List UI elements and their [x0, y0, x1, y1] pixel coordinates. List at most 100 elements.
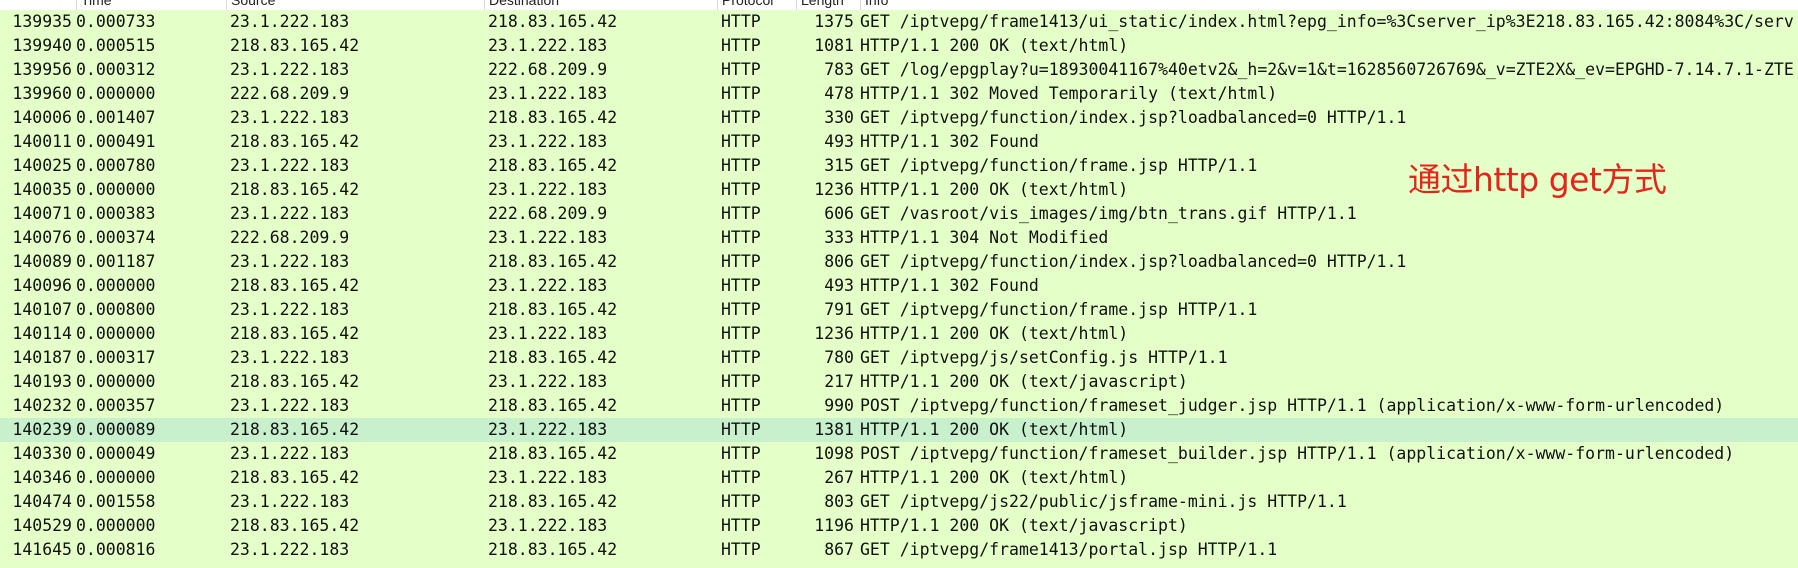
packet-info: HTTP/1.1 200 OK (text/javascript): [860, 516, 1188, 535]
packet-protocol: HTTP: [721, 324, 761, 343]
packet-time: 0.000733: [76, 12, 156, 31]
packet-protocol: HTTP: [721, 108, 761, 127]
packet-time: 0.000317: [76, 348, 156, 367]
packet-length: 267: [824, 468, 854, 487]
packet-number: 140076: [12, 228, 72, 247]
table-row[interactable]: 140346 0.000000 218.83.165.42 23.1.222.183 H…: [0, 466, 1798, 490]
packet-length: 803: [824, 492, 854, 511]
packet-source: 23.1.222.183: [230, 60, 350, 79]
column-header-info[interactable]: Info: [860, 0, 1795, 10]
packet-length: 867: [824, 540, 854, 559]
packet-list: Time Source Destination Protocol Length …: [0, 0, 1798, 568]
packet-protocol: HTTP: [721, 180, 761, 199]
annotation-text: 通过http get方式: [1408, 160, 1667, 199]
table-row[interactable]: 140232 0.000357 23.1.222.183 218.83.165.42 H…: [0, 394, 1798, 418]
packet-number: 140011: [12, 132, 72, 151]
packet-protocol: HTTP: [721, 228, 761, 247]
packet-protocol: HTTP: [721, 540, 761, 559]
packet-destination: 23.1.222.183: [488, 36, 608, 55]
packet-destination: 23.1.222.183: [488, 516, 608, 535]
packet-destination: 218.83.165.42: [488, 156, 618, 175]
table-row[interactable]: 140187 0.000317 23.1.222.183 218.83.165.42 H…: [0, 346, 1798, 370]
packet-number: 140330: [12, 444, 72, 463]
packet-destination: 23.1.222.183: [488, 372, 608, 391]
packet-length: 478: [824, 84, 854, 103]
table-row[interactable]: 141645 0.000816 23.1.222.183 218.83.165.42 H…: [0, 538, 1798, 562]
table-row[interactable]: 140239 0.000089 218.83.165.42 23.1.222.183 H…: [0, 418, 1798, 442]
table-row[interactable]: 140071 0.000383 23.1.222.183 222.68.209.9 HT…: [0, 202, 1798, 226]
table-row[interactable]: 140011 0.000491 218.83.165.42 23.1.222.183 H…: [0, 130, 1798, 154]
column-header-destination[interactable]: Destination: [484, 0, 722, 10]
packet-source: 23.1.222.183: [230, 108, 350, 127]
packet-destination: 222.68.209.9: [488, 60, 608, 79]
packet-info: GET /iptvepg/js22/public/jsframe-mini.js…: [860, 492, 1347, 511]
packet-time: 0.001187: [76, 252, 156, 271]
packet-length: 493: [824, 276, 854, 295]
packet-source: 23.1.222.183: [230, 156, 350, 175]
packet-source: 218.83.165.42: [230, 516, 360, 535]
table-row[interactable]: 140076 0.000374 222.68.209.9 23.1.222.183 HT…: [0, 226, 1798, 250]
column-header-source[interactable]: Source: [226, 0, 489, 10]
packet-source: 23.1.222.183: [230, 540, 350, 559]
table-row[interactable]: 140330 0.000049 23.1.222.183 218.83.165.42 H…: [0, 442, 1798, 466]
packet-number: 140071: [12, 204, 72, 223]
packet-info: GET /iptvepg/function/index.jsp?loadbala…: [860, 108, 1407, 127]
packet-source: 222.68.209.9: [230, 84, 350, 103]
table-row[interactable]: 140114 0.000000 218.83.165.42 23.1.222.183 H…: [0, 322, 1798, 346]
packet-protocol: HTTP: [721, 84, 761, 103]
packet-time: 0.000000: [76, 468, 156, 487]
packet-time: 0.001407: [76, 108, 156, 127]
packet-number: 140239: [12, 420, 72, 439]
table-row[interactable]: 139960 0.000000 222.68.209.9 23.1.222.183 HT…: [0, 82, 1798, 106]
packet-info: HTTP/1.1 302 Moved Temporarily (text/htm…: [860, 84, 1278, 103]
table-row[interactable]: 139935 0.000733 23.1.222.183 218.83.165.42 H…: [0, 10, 1798, 34]
packet-number: 140474: [12, 492, 72, 511]
packet-length: 1375: [814, 12, 854, 31]
table-row[interactable]: 140089 0.001187 23.1.222.183 218.83.165.42 H…: [0, 250, 1798, 274]
packet-protocol: HTTP: [721, 300, 761, 319]
packet-number: 139935: [12, 12, 72, 31]
packet-length: 330: [824, 108, 854, 127]
packet-length: 333: [824, 228, 854, 247]
packet-number: 140187: [12, 348, 72, 367]
packet-length: 493: [824, 132, 854, 151]
table-row[interactable]: 140193 0.000000 218.83.165.42 23.1.222.183 H…: [0, 370, 1798, 394]
packet-length: 1196: [814, 516, 854, 535]
table-row[interactable]: 139940 0.000515 218.83.165.42 23.1.222.183 H…: [0, 34, 1798, 58]
packet-time: 0.000816: [76, 540, 156, 559]
packet-length: 990: [824, 396, 854, 415]
packet-destination: 23.1.222.183: [488, 468, 608, 487]
table-row[interactable]: 140529 0.000000 218.83.165.42 23.1.222.183 H…: [0, 514, 1798, 538]
packet-info: GET /log/epgplay?u=18930041167%40etv2&_h…: [860, 60, 1794, 79]
table-row[interactable]: 140006 0.001407 23.1.222.183 218.83.165.42 H…: [0, 106, 1798, 130]
packet-info: HTTP/1.1 302 Found: [860, 132, 1039, 151]
packet-protocol: HTTP: [721, 132, 761, 151]
packet-time: 0.001558: [76, 492, 156, 511]
packet-length: 1081: [814, 36, 854, 55]
packet-length: 1236: [814, 324, 854, 343]
table-row[interactable]: 140474 0.001558 23.1.222.183 218.83.165.42 H…: [0, 490, 1798, 514]
table-row[interactable]: 140107 0.000800 23.1.222.183 218.83.165.42 H…: [0, 298, 1798, 322]
column-header-time[interactable]: Time: [76, 0, 231, 10]
packet-protocol: HTTP: [721, 420, 761, 439]
packet-number: 140035: [12, 180, 72, 199]
table-row[interactable]: 140096 0.000000 218.83.165.42 23.1.222.183 H…: [0, 274, 1798, 298]
packet-number: 140232: [12, 396, 72, 415]
packet-info: GET /iptvepg/frame1413/ui_static/index.h…: [860, 12, 1794, 31]
packet-time: 0.000780: [76, 156, 156, 175]
packet-length: 1098: [814, 444, 854, 463]
packet-info: GET /iptvepg/js/setConfig.js HTTP/1.1: [860, 348, 1228, 367]
packet-info: HTTP/1.1 200 OK (text/html): [860, 468, 1129, 487]
column-header-length[interactable]: Length: [796, 0, 861, 10]
packet-info: GET /iptvepg/function/frame.jsp HTTP/1.1: [860, 300, 1258, 319]
column-header-protocol[interactable]: Protocol: [717, 0, 797, 10]
packet-info: POST /iptvepg/function/frameset_judger.j…: [860, 396, 1725, 415]
packet-length: 315: [824, 156, 854, 175]
packet-source: 218.83.165.42: [230, 468, 360, 487]
packet-destination: 23.1.222.183: [488, 228, 608, 247]
packet-protocol: HTTP: [721, 348, 761, 367]
packet-destination: 23.1.222.183: [488, 420, 608, 439]
table-row[interactable]: 139956 0.000312 23.1.222.183 222.68.209.9 HT…: [0, 58, 1798, 82]
packet-time: 0.000000: [76, 84, 156, 103]
packet-number: 140089: [12, 252, 72, 271]
